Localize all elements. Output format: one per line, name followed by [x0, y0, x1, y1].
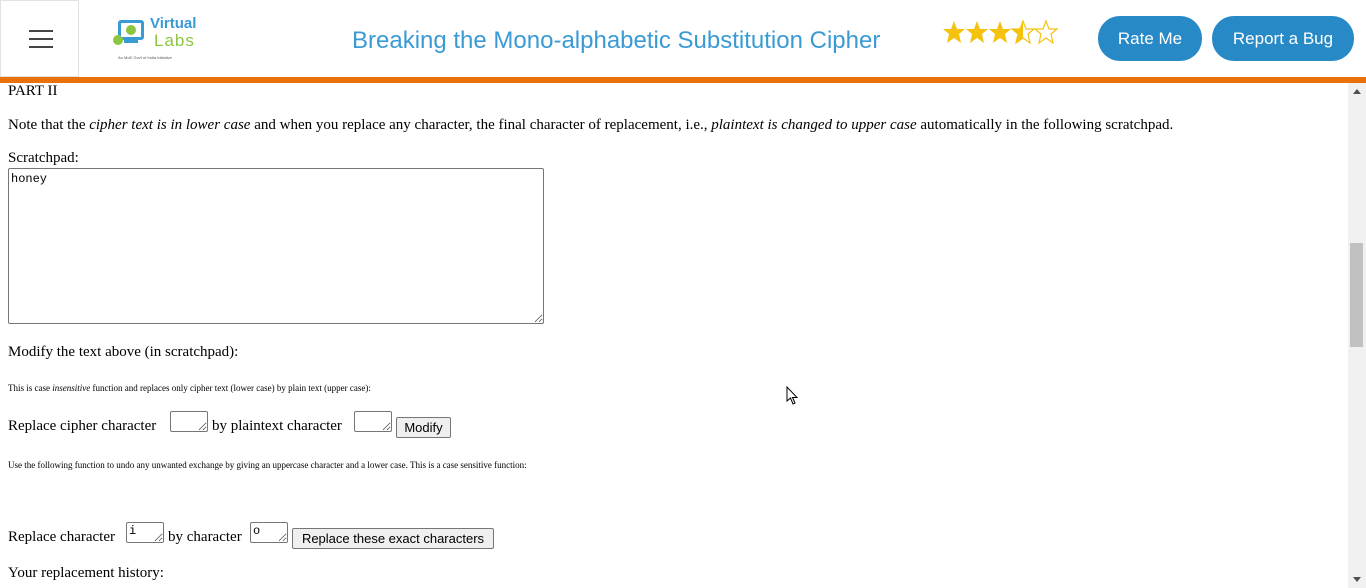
mouse-cursor-icon — [786, 386, 799, 405]
case-insensitive-note: This is case insensitive function and re… — [8, 383, 371, 393]
star-icon — [943, 21, 965, 43]
logo-text: Virtual — [150, 15, 197, 32]
empty-star-icon — [1033, 19, 1059, 45]
plaintext-char-input[interactable] — [354, 411, 392, 432]
scratchpad-textarea[interactable]: honey — [8, 168, 544, 324]
hamburger-icon-line — [29, 38, 53, 40]
flask-icon — [113, 20, 144, 45]
logo-subtext: Labs — [154, 31, 195, 50]
by-plaintext-label: by plaintext character — [212, 418, 342, 434]
report-bug-button[interactable]: Report a Bug — [1212, 16, 1354, 61]
logo-tagline: An MoE Govt of India Initiative — [118, 55, 172, 60]
scroll-up-icon[interactable] — [1353, 89, 1361, 94]
cipher-char-input[interactable] — [170, 411, 208, 432]
scratchpad-label: Scratchpad: — [8, 150, 79, 166]
page-title: Breaking the Mono-alphabetic Substitutio… — [352, 27, 881, 54]
undo-note: Use the following function to undo any u… — [8, 460, 527, 470]
star-icon — [989, 21, 1011, 43]
rate-me-button[interactable]: Rate Me — [1098, 16, 1202, 61]
note-text: and when you replace any character, the … — [250, 117, 712, 133]
note-emphasis-cipher: cipher text is in lower case — [89, 117, 251, 133]
replacement-history-label: Your replacement history: — [8, 565, 164, 581]
star-rating — [942, 19, 1059, 51]
note-emphasis-plaintext: plaintext is changed to upper case — [711, 117, 917, 133]
case-note-text: function and replaces only cipher text (… — [90, 383, 371, 393]
vertical-scrollbar[interactable] — [1348, 83, 1366, 588]
part-heading: PART II — [8, 83, 58, 99]
scroll-down-icon[interactable] — [1353, 577, 1361, 582]
hamburger-icon — [29, 30, 53, 32]
star-icon — [966, 21, 988, 43]
replace-exact-characters-button[interactable]: Replace these exact characters — [292, 528, 494, 549]
scrollbar-thumb[interactable] — [1350, 243, 1363, 347]
note-text: Note that the — [8, 117, 90, 133]
to-char-input[interactable]: o — [250, 522, 288, 543]
case-note-text: This is case — [8, 383, 53, 393]
top-navbar: Virtual Labs An MoE Govt of India Initia… — [0, 0, 1366, 77]
note-text: automatically in the following scratchpa… — [916, 117, 1174, 133]
hamburger-menu-button[interactable] — [0, 0, 79, 77]
modify-label: Modify the text above (in scratchpad): — [8, 344, 239, 360]
replace-character-label: Replace character — [8, 529, 115, 545]
half-star-icon — [1010, 19, 1036, 45]
replace-cipher-label: Replace cipher character — [8, 418, 157, 434]
from-char-input[interactable]: i — [126, 522, 164, 543]
main-content: PART II Note that the cipher text is in … — [0, 83, 1348, 588]
instruction-note: Note that the cipher text is in lower ca… — [8, 117, 1173, 134]
hamburger-icon-line — [29, 46, 53, 48]
by-character-label: by character — [168, 529, 242, 545]
case-note-emphasis: insensitive — [52, 383, 91, 393]
modify-button[interactable]: Modify — [396, 417, 451, 438]
virtual-labs-logo[interactable]: Virtual Labs An MoE Govt of India Initia… — [110, 12, 205, 64]
